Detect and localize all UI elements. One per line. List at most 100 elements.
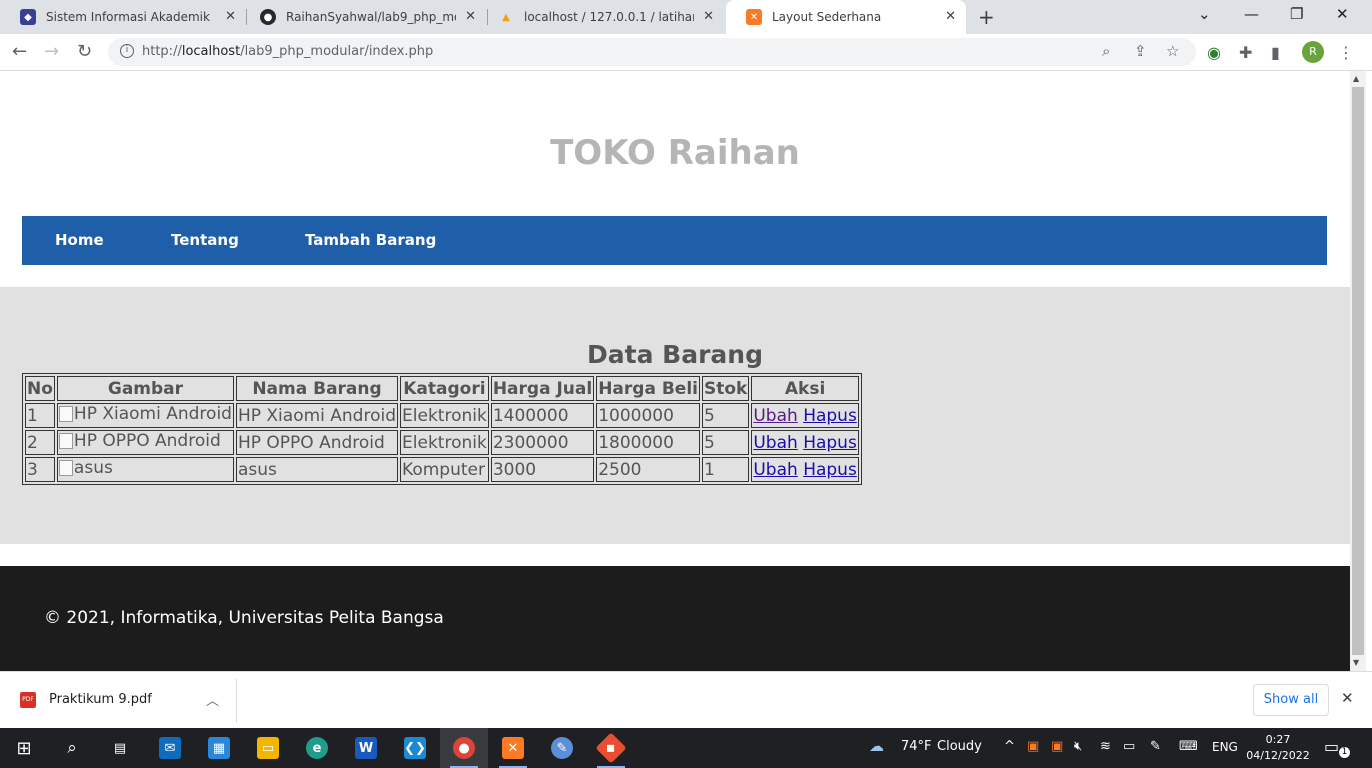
restore-icon[interactable]: ❐ bbox=[1290, 5, 1303, 23]
site-title: TOKO Raihan bbox=[550, 133, 800, 173]
address-bar[interactable]: i http://localhost/lab9_php_modular/inde… bbox=[108, 38, 1196, 66]
menu-kebab-icon[interactable]: ⋮ bbox=[1338, 43, 1354, 62]
new-tab-icon[interactable]: + bbox=[978, 5, 995, 29]
github-icon: ● bbox=[260, 9, 276, 25]
ubah-link[interactable]: Ubah bbox=[753, 406, 797, 426]
chrome-app[interactable]: ● bbox=[440, 728, 488, 768]
image-alt-text: HP Xiaomi Android bbox=[73, 404, 232, 424]
search-icon: ⌕ bbox=[67, 738, 77, 758]
header-harga-jual: Harga Jual bbox=[490, 376, 595, 401]
tab-title: localhost / 127.0.0.1 / latihan1 / data bbox=[524, 10, 694, 24]
tab-github[interactable]: ● RaihanSyahwal/lab9_php_modular ✕ bbox=[240, 0, 486, 34]
back-icon[interactable]: ← bbox=[12, 41, 27, 62]
scroll-up-icon[interactable]: ▲ bbox=[1353, 74, 1359, 83]
tab-phpmyadmin[interactable]: ▲ localhost / 127.0.0.1 / latihan1 / dat… bbox=[478, 0, 724, 34]
nav-home[interactable]: Home bbox=[55, 231, 104, 249]
git-app[interactable]: ◆ bbox=[587, 728, 635, 768]
broken-image-icon bbox=[58, 433, 73, 449]
window-close-icon[interactable]: ✕ bbox=[1336, 5, 1349, 23]
xampp-tray-icon[interactable]: ▣ bbox=[1051, 739, 1063, 754]
edge-icon: e bbox=[306, 737, 328, 759]
close-download-bar-icon[interactable]: ✕ bbox=[1341, 689, 1354, 707]
store-app[interactable]: ▦ bbox=[195, 728, 243, 768]
notification-count: 1 bbox=[1339, 747, 1350, 758]
extension-globe-icon[interactable]: ◉ bbox=[1207, 43, 1221, 62]
xampp-tray-icon[interactable]: ▣ bbox=[1027, 739, 1039, 754]
xampp-app[interactable]: ✕ bbox=[489, 728, 537, 768]
windows-logo-icon: ⊞ bbox=[16, 737, 32, 759]
weather-text[interactable]: Cloudy bbox=[937, 739, 982, 754]
download-file-name[interactable]: Praktikum 9.pdf bbox=[49, 692, 152, 707]
zoom-icon[interactable]: ⌕ bbox=[1102, 42, 1110, 60]
tab-title: Sistem Informasi Akademik bbox=[46, 10, 210, 24]
side-panel-icon[interactable]: ▮ bbox=[1271, 43, 1280, 62]
keyboard-icon[interactable]: ⌨ bbox=[1179, 739, 1198, 754]
cloud-icon[interactable]: ☁ bbox=[869, 737, 884, 755]
header-stok: Stok bbox=[701, 376, 750, 401]
hapus-link[interactable]: Hapus bbox=[803, 460, 857, 480]
reload-icon[interactable]: ↻ bbox=[77, 41, 92, 62]
wifi-icon[interactable]: ≋ bbox=[1100, 739, 1111, 754]
tab-title: Layout Sederhana bbox=[772, 10, 882, 24]
chevron-up-icon[interactable]: ^ bbox=[1004, 739, 1015, 754]
cell-harga-jual: 2300000 bbox=[490, 430, 595, 455]
vscode-app[interactable]: ❮❯ bbox=[391, 728, 439, 768]
hapus-link[interactable]: Hapus bbox=[803, 433, 857, 453]
task-view-button[interactable]: ▤ bbox=[96, 728, 144, 768]
page-scrollbar[interactable]: ▲ ▼ bbox=[1350, 71, 1366, 671]
mute-icon[interactable]: 🔇︎ bbox=[1074, 739, 1082, 754]
scrollbar-thumb[interactable] bbox=[1352, 87, 1364, 655]
chrome-icon: ● bbox=[453, 737, 475, 759]
forward-icon[interactable]: → bbox=[44, 41, 59, 62]
mail-app[interactable]: ✉ bbox=[146, 728, 194, 768]
close-tab-icon[interactable]: ✕ bbox=[945, 9, 956, 24]
cell-stok: 1 bbox=[701, 457, 750, 482]
share-icon[interactable]: ⇪ bbox=[1134, 42, 1147, 60]
cell-harga-beli: 1800000 bbox=[596, 430, 700, 455]
clock-time: 0:27 bbox=[1265, 733, 1291, 746]
search-button[interactable]: ⌕ bbox=[48, 728, 96, 768]
close-tab-icon[interactable]: ✕ bbox=[465, 9, 476, 24]
address-toolbar: ← → ↻ i http://localhost/lab9_php_modula… bbox=[0, 34, 1372, 71]
ubah-link[interactable]: Ubah bbox=[753, 460, 797, 480]
cell-gambar: asus bbox=[56, 457, 234, 482]
edge-app[interactable]: e bbox=[293, 728, 341, 768]
ubah-link[interactable]: Ubah bbox=[753, 433, 797, 453]
table-row: 3 asus asus Komputer 3000 2500 1 Ubah Ha… bbox=[25, 457, 859, 482]
url-text[interactable]: http://localhost/lab9_php_modular/index.… bbox=[142, 44, 433, 59]
chevron-up-icon[interactable]: ︿ bbox=[206, 690, 219, 709]
extensions-puzzle-icon[interactable]: ✚ bbox=[1239, 43, 1252, 62]
nav-tentang[interactable]: Tentang bbox=[171, 231, 239, 249]
show-all-button[interactable]: Show all bbox=[1253, 684, 1329, 716]
nav-tambah-barang[interactable]: Tambah Barang bbox=[305, 231, 436, 249]
paint-app[interactable]: ✎ bbox=[538, 728, 586, 768]
cell-harga-jual: 3000 bbox=[490, 457, 595, 482]
scroll-down-icon[interactable]: ▼ bbox=[1353, 658, 1359, 667]
tab-layout-sederhana[interactable]: ✕ Layout Sederhana ✕ bbox=[726, 0, 966, 34]
language-indicator[interactable]: ENG bbox=[1212, 740, 1238, 754]
tab-sistem-informasi[interactable]: ◆ Sistem Informasi Akademik ✕ bbox=[0, 0, 246, 34]
file-explorer-app[interactable]: ▭ bbox=[244, 728, 292, 768]
hapus-link[interactable]: Hapus bbox=[803, 406, 857, 426]
header-aksi: Aksi bbox=[751, 376, 859, 401]
table-row: 2 HP OPPO Android HP OPPO Android Elektr… bbox=[25, 430, 859, 455]
start-button[interactable]: ⊞ bbox=[0, 728, 48, 768]
site-info-icon[interactable]: i bbox=[120, 44, 134, 58]
clock[interactable]: 0:27 04/12/2022 bbox=[1246, 732, 1310, 764]
header-nama-barang: Nama Barang bbox=[235, 376, 399, 401]
close-tab-icon[interactable]: ✕ bbox=[703, 9, 714, 24]
cell-nama: asus bbox=[235, 457, 399, 482]
close-tab-icon[interactable]: ✕ bbox=[225, 9, 236, 24]
bookmark-star-icon[interactable]: ☆ bbox=[1166, 42, 1179, 60]
notification-icon[interactable]: ▭ bbox=[1324, 737, 1339, 756]
cell-stok: 5 bbox=[701, 403, 750, 428]
tab-search-icon[interactable]: ⌄ bbox=[1198, 5, 1211, 23]
pen-icon[interactable]: ✎ bbox=[1150, 739, 1161, 754]
word-icon: W bbox=[355, 737, 377, 759]
weather-temp[interactable]: 74°F bbox=[901, 739, 932, 754]
profile-avatar[interactable]: R bbox=[1302, 41, 1324, 63]
section-title: Data Barang bbox=[587, 340, 763, 369]
word-app[interactable]: W bbox=[342, 728, 390, 768]
minimize-icon[interactable]: — bbox=[1244, 5, 1259, 23]
battery-icon[interactable]: ▭ bbox=[1123, 739, 1135, 754]
